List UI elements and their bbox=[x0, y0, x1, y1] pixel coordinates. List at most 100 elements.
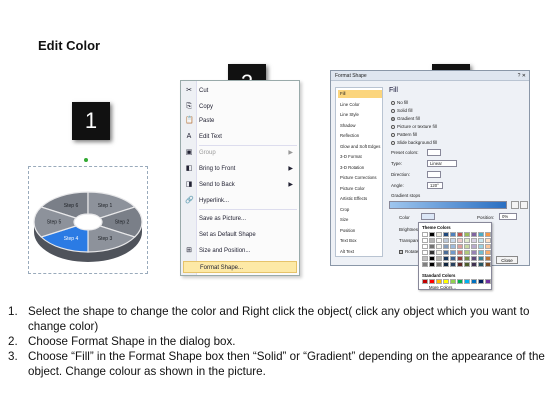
color-swatch[interactable] bbox=[457, 232, 463, 237]
menu-item-format-shape[interactable]: Format Shape... bbox=[183, 261, 297, 273]
nav-item-reflection[interactable]: Reflection bbox=[338, 132, 382, 140]
color-swatch[interactable] bbox=[436, 244, 442, 249]
color-swatch[interactable] bbox=[464, 250, 470, 255]
gradient-stops-bar[interactable] bbox=[389, 201, 507, 209]
color-swatch[interactable] bbox=[450, 279, 456, 284]
color-swatch[interactable] bbox=[443, 238, 449, 243]
menu-item-send-to-back[interactable]: Send to Back ▶ bbox=[199, 179, 297, 191]
nav-item-3-d-rotation[interactable]: 3-D Rotation bbox=[338, 164, 382, 172]
color-swatch[interactable] bbox=[471, 232, 477, 237]
remove-stop-button[interactable] bbox=[520, 201, 528, 209]
angle-input[interactable]: 120° bbox=[427, 182, 443, 189]
color-swatch[interactable] bbox=[457, 250, 463, 255]
color-swatch[interactable] bbox=[464, 244, 470, 249]
fill-option-solid-fill[interactable]: Solid fill bbox=[391, 107, 413, 114]
position-input[interactable]: 0% bbox=[499, 213, 517, 220]
color-swatch[interactable] bbox=[478, 238, 484, 243]
color-swatch[interactable] bbox=[478, 279, 484, 284]
color-swatch[interactable] bbox=[450, 244, 456, 249]
color-swatch[interactable] bbox=[436, 250, 442, 255]
color-swatch[interactable] bbox=[464, 279, 470, 284]
color-swatch[interactable] bbox=[422, 232, 428, 237]
color-swatch[interactable] bbox=[485, 238, 491, 243]
nav-item-glow-and-soft-edges[interactable]: Glow and Soft Edges bbox=[338, 143, 382, 151]
color-swatch[interactable] bbox=[443, 250, 449, 255]
color-swatch[interactable] bbox=[485, 244, 491, 249]
nav-item-3-d-format[interactable]: 3-D Format bbox=[338, 153, 382, 161]
radio-button[interactable] bbox=[391, 100, 395, 105]
color-swatch[interactable] bbox=[422, 250, 428, 255]
menu-item-set-as-default-shape[interactable]: Set as Default Shape bbox=[199, 229, 297, 241]
color-swatch[interactable] bbox=[457, 279, 463, 284]
menu-item-bring-to-front[interactable]: Bring to Front ▶ bbox=[199, 163, 297, 175]
radio-button[interactable] bbox=[391, 116, 395, 121]
fill-option-no-fill[interactable]: No fill bbox=[391, 99, 408, 106]
color-swatch[interactable] bbox=[471, 256, 477, 261]
close-button[interactable]: Close bbox=[496, 256, 518, 264]
nav-item-shadow[interactable]: Shadow bbox=[338, 122, 382, 130]
color-swatch[interactable] bbox=[429, 256, 435, 261]
more-colors-link[interactable]: More Colors... bbox=[429, 285, 456, 290]
nav-item-text-box[interactable]: Text Box bbox=[338, 237, 382, 245]
radio-button[interactable] bbox=[391, 108, 395, 113]
nav-item-size[interactable]: Size bbox=[338, 216, 382, 224]
nav-item-fill[interactable]: Fill bbox=[338, 90, 382, 98]
color-swatch[interactable] bbox=[436, 238, 442, 243]
menu-item-save-as-picture[interactable]: Save as Picture... bbox=[199, 213, 297, 225]
radio-button[interactable] bbox=[391, 132, 395, 137]
color-swatch[interactable] bbox=[464, 262, 470, 267]
fill-option-pattern-fill[interactable]: Pattern fill bbox=[391, 131, 417, 138]
menu-item-hyperlink[interactable]: Hyperlink... bbox=[199, 195, 297, 207]
menu-item-cut[interactable]: Cut bbox=[199, 85, 297, 97]
direction-dropdown[interactable] bbox=[427, 171, 441, 178]
color-swatch[interactable] bbox=[436, 279, 442, 284]
color-swatch[interactable] bbox=[436, 256, 442, 261]
color-swatch[interactable] bbox=[478, 256, 484, 261]
menu-item-size-and-position[interactable]: Size and Position... bbox=[199, 245, 297, 257]
color-swatch[interactable] bbox=[450, 256, 456, 261]
menu-item-paste[interactable]: Paste bbox=[199, 115, 297, 127]
color-swatch[interactable] bbox=[422, 279, 428, 284]
color-swatch[interactable] bbox=[450, 238, 456, 243]
menu-item-group[interactable]: Group ▶ bbox=[199, 147, 297, 159]
color-swatch[interactable] bbox=[464, 256, 470, 261]
color-swatch[interactable] bbox=[485, 256, 491, 261]
color-swatch[interactable] bbox=[429, 232, 435, 237]
color-swatch[interactable] bbox=[429, 279, 435, 284]
color-swatch[interactable] bbox=[471, 238, 477, 243]
color-swatch[interactable] bbox=[443, 262, 449, 267]
color-swatch[interactable] bbox=[471, 244, 477, 249]
color-swatch[interactable] bbox=[478, 250, 484, 255]
close-icon[interactable]: ✕ bbox=[522, 73, 526, 79]
nav-item-picture-corrections[interactable]: Picture Corrections bbox=[338, 174, 382, 182]
color-swatch[interactable] bbox=[485, 232, 491, 237]
color-swatch[interactable] bbox=[457, 256, 463, 261]
color-swatch[interactable] bbox=[436, 232, 442, 237]
help-icon[interactable]: ? bbox=[518, 73, 521, 79]
fill-option-picture-or-texture-fill[interactable]: Picture or texture fill bbox=[391, 123, 437, 130]
donut-shape[interactable]: Step 6 Step 1 Step 2 Step 3 Step 4 Step 5 bbox=[30, 180, 146, 270]
radio-button[interactable] bbox=[391, 140, 395, 145]
color-swatch[interactable] bbox=[478, 262, 484, 267]
menu-item-copy[interactable]: Copy bbox=[199, 101, 297, 113]
color-swatch[interactable] bbox=[422, 256, 428, 261]
fill-option-gradient-fill[interactable]: Gradient fill bbox=[391, 115, 420, 122]
rotation-handle[interactable] bbox=[84, 158, 88, 162]
nav-item-position[interactable]: Position bbox=[338, 227, 382, 235]
color-swatch[interactable] bbox=[443, 244, 449, 249]
color-swatch[interactable] bbox=[485, 279, 491, 284]
color-swatch[interactable] bbox=[429, 262, 435, 267]
menu-item-edit-text[interactable]: Edit Text bbox=[199, 131, 297, 143]
rotate-checkbox[interactable] bbox=[399, 249, 403, 254]
color-swatch[interactable] bbox=[422, 244, 428, 249]
radio-button[interactable] bbox=[391, 124, 395, 129]
preset-dropdown[interactable] bbox=[427, 149, 441, 156]
color-swatch[interactable] bbox=[464, 238, 470, 243]
color-swatch[interactable] bbox=[443, 256, 449, 261]
color-swatch[interactable] bbox=[464, 232, 470, 237]
color-swatch[interactable] bbox=[422, 238, 428, 243]
add-stop-button[interactable] bbox=[511, 201, 519, 209]
color-swatch[interactable] bbox=[457, 244, 463, 249]
nav-item-crop[interactable]: Crop bbox=[338, 206, 382, 214]
color-swatch[interactable] bbox=[457, 238, 463, 243]
